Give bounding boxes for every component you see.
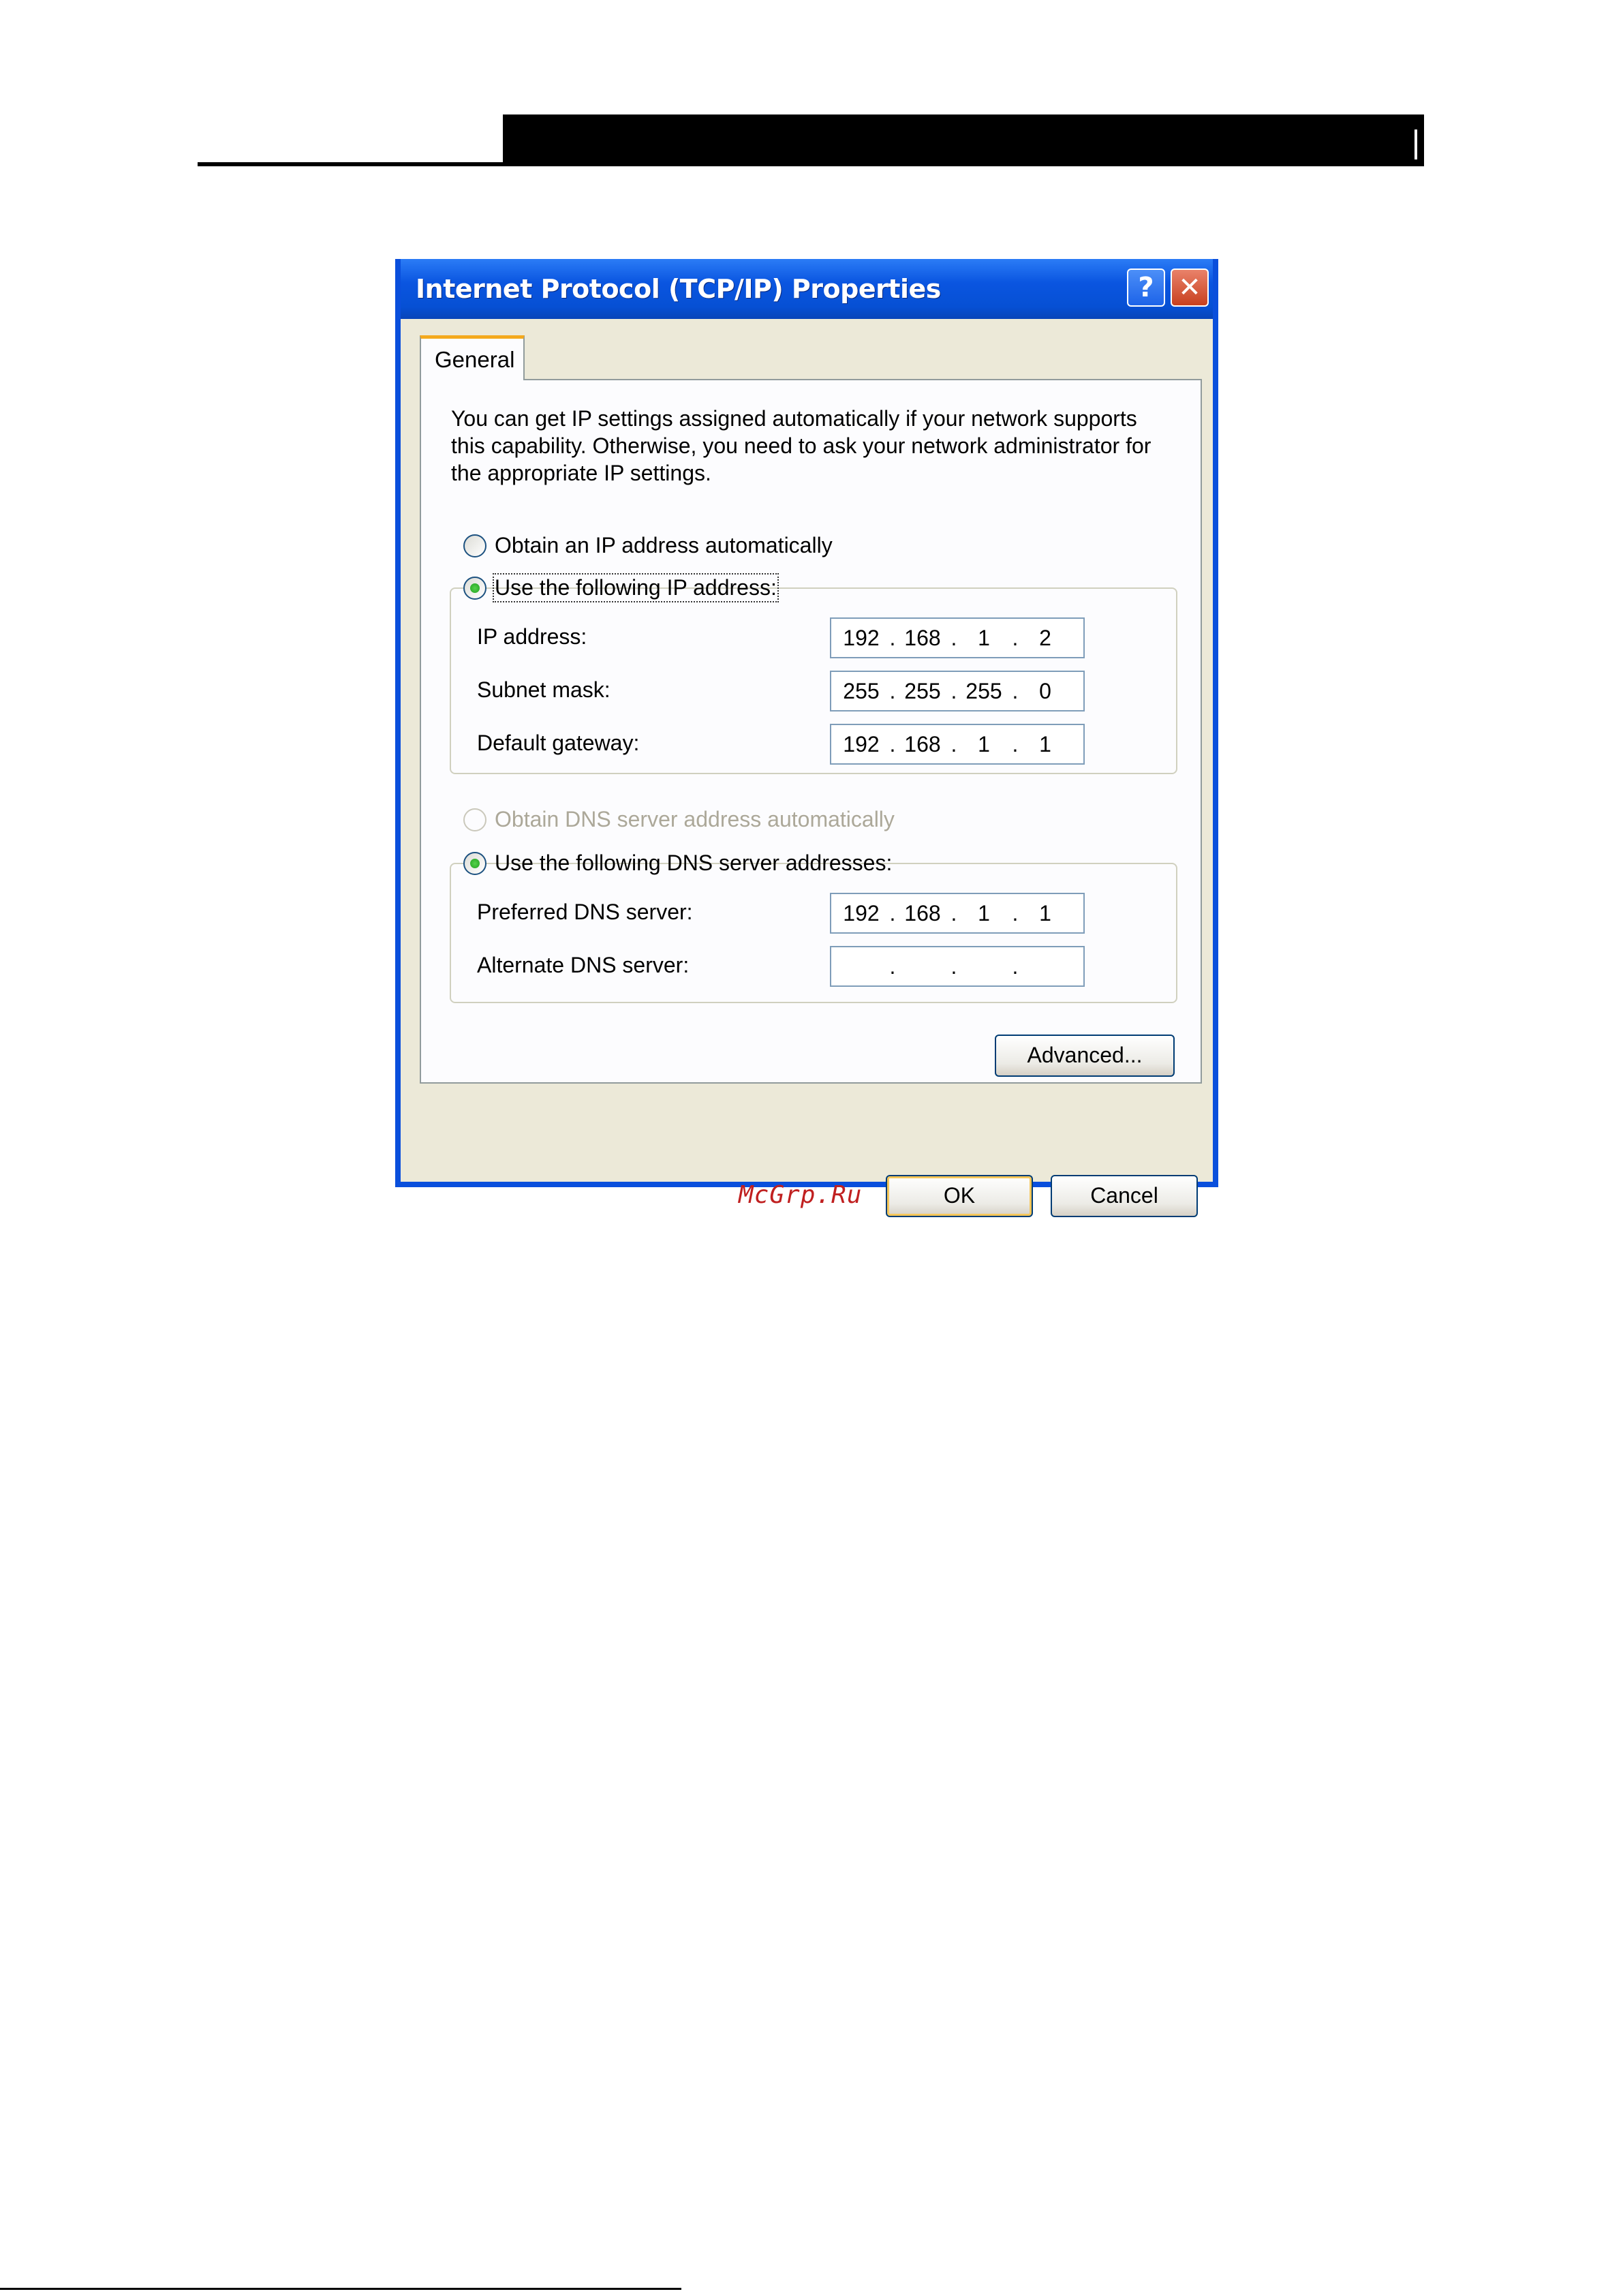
general-tab-panel: You can get IP settings assigned automat…: [420, 379, 1202, 1084]
octet: 255: [843, 679, 880, 703]
ok-button[interactable]: OK: [886, 1175, 1033, 1217]
title-bar[interactable]: Internet Protocol (TCP/IP) Properties ? …: [401, 259, 1213, 319]
octet-dot: .: [889, 732, 896, 756]
octet-dot: .: [950, 954, 957, 979]
subnet-mask-label: Subnet mask:: [477, 677, 610, 702]
help-icon[interactable]: ?: [1127, 269, 1165, 307]
octet: 255: [965, 679, 1002, 703]
cancel-button[interactable]: Cancel: [1051, 1175, 1198, 1217]
preferred-dns-label: Preferred DNS server:: [477, 900, 693, 924]
octet-dot: .: [1012, 732, 1019, 756]
radio-button[interactable]: [463, 534, 486, 557]
default-gateway-label: Default gateway:: [477, 731, 640, 755]
alternate-dns-label: Alternate DNS server:: [477, 953, 690, 977]
octet: 192: [843, 732, 880, 756]
octet: 1: [978, 732, 990, 756]
octet-dot: .: [889, 901, 896, 925]
dialog-title: Internet Protocol (TCP/IP) Properties: [416, 274, 941, 304]
radio-use-following-ip[interactable]: Use the following IP address:: [463, 573, 779, 604]
octet-dot: .: [950, 732, 957, 756]
octet: 192: [843, 901, 880, 925]
radio-button[interactable]: [463, 577, 486, 600]
octet: 168: [904, 732, 941, 756]
description-text: You can get IP settings assigned automat…: [451, 406, 1151, 485]
octet: 168: [904, 901, 941, 925]
ip-address-input[interactable]: 192 . 168 . 1 . 2: [830, 617, 1085, 658]
octet-dot: .: [1012, 679, 1019, 703]
watermark-text: McGrp.Ru: [739, 1181, 863, 1209]
octet-dot: .: [889, 679, 896, 703]
octet: 1: [978, 901, 990, 925]
ip-address-label: IP address:: [477, 624, 587, 649]
radio-button[interactable]: [463, 852, 486, 875]
advanced-button[interactable]: Advanced...: [995, 1035, 1175, 1077]
octet-dot: .: [1012, 954, 1019, 979]
octet: 168: [904, 626, 941, 650]
octet: 255: [904, 679, 941, 703]
radio-label: Obtain an IP address automatically: [495, 533, 833, 557]
octet-dot: .: [950, 901, 957, 925]
octet-dot: .: [950, 626, 957, 650]
octet-dot: .: [950, 679, 957, 703]
radio-selected-dot: [470, 583, 480, 593]
header-bar: [503, 114, 1424, 165]
tab-general[interactable]: General: [420, 335, 525, 380]
footer-rule: [0, 2288, 681, 2290]
radio-button: [463, 808, 486, 831]
octet: 2: [1039, 626, 1051, 650]
octet-dot: .: [1012, 626, 1019, 650]
alternate-dns-input[interactable]: . . .: [830, 946, 1085, 987]
octet: 1: [1039, 901, 1051, 925]
radio-label: Use the following DNS server addresses:: [495, 851, 893, 875]
header-bar-notch: [1415, 129, 1417, 159]
radio-use-following-dns[interactable]: Use the following DNS server addresses:: [463, 849, 892, 879]
octet-dot: .: [1012, 901, 1019, 925]
octet-dot: .: [889, 626, 896, 650]
dialog-client-area: General You can get IP settings assigned…: [401, 319, 1213, 1217]
octet-dot: .: [889, 954, 896, 979]
octet: 1: [1039, 732, 1051, 756]
radio-label: Obtain DNS server address automatically: [495, 807, 895, 831]
octet: 192: [843, 626, 880, 650]
octet: 1: [978, 626, 990, 650]
radio-label: Use the following IP address:: [493, 573, 779, 602]
close-icon[interactable]: ✕: [1171, 269, 1209, 307]
subnet-mask-input[interactable]: 255 . 255 . 255 . 0: [830, 671, 1085, 711]
octet: 0: [1039, 679, 1051, 703]
radio-selected-dot: [470, 859, 480, 868]
preferred-dns-input[interactable]: 192 . 168 . 1 . 1: [830, 893, 1085, 934]
default-gateway-input[interactable]: 192 . 168 . 1 . 1: [830, 724, 1085, 765]
tcpip-properties-dialog: Internet Protocol (TCP/IP) Properties ? …: [395, 259, 1218, 1217]
